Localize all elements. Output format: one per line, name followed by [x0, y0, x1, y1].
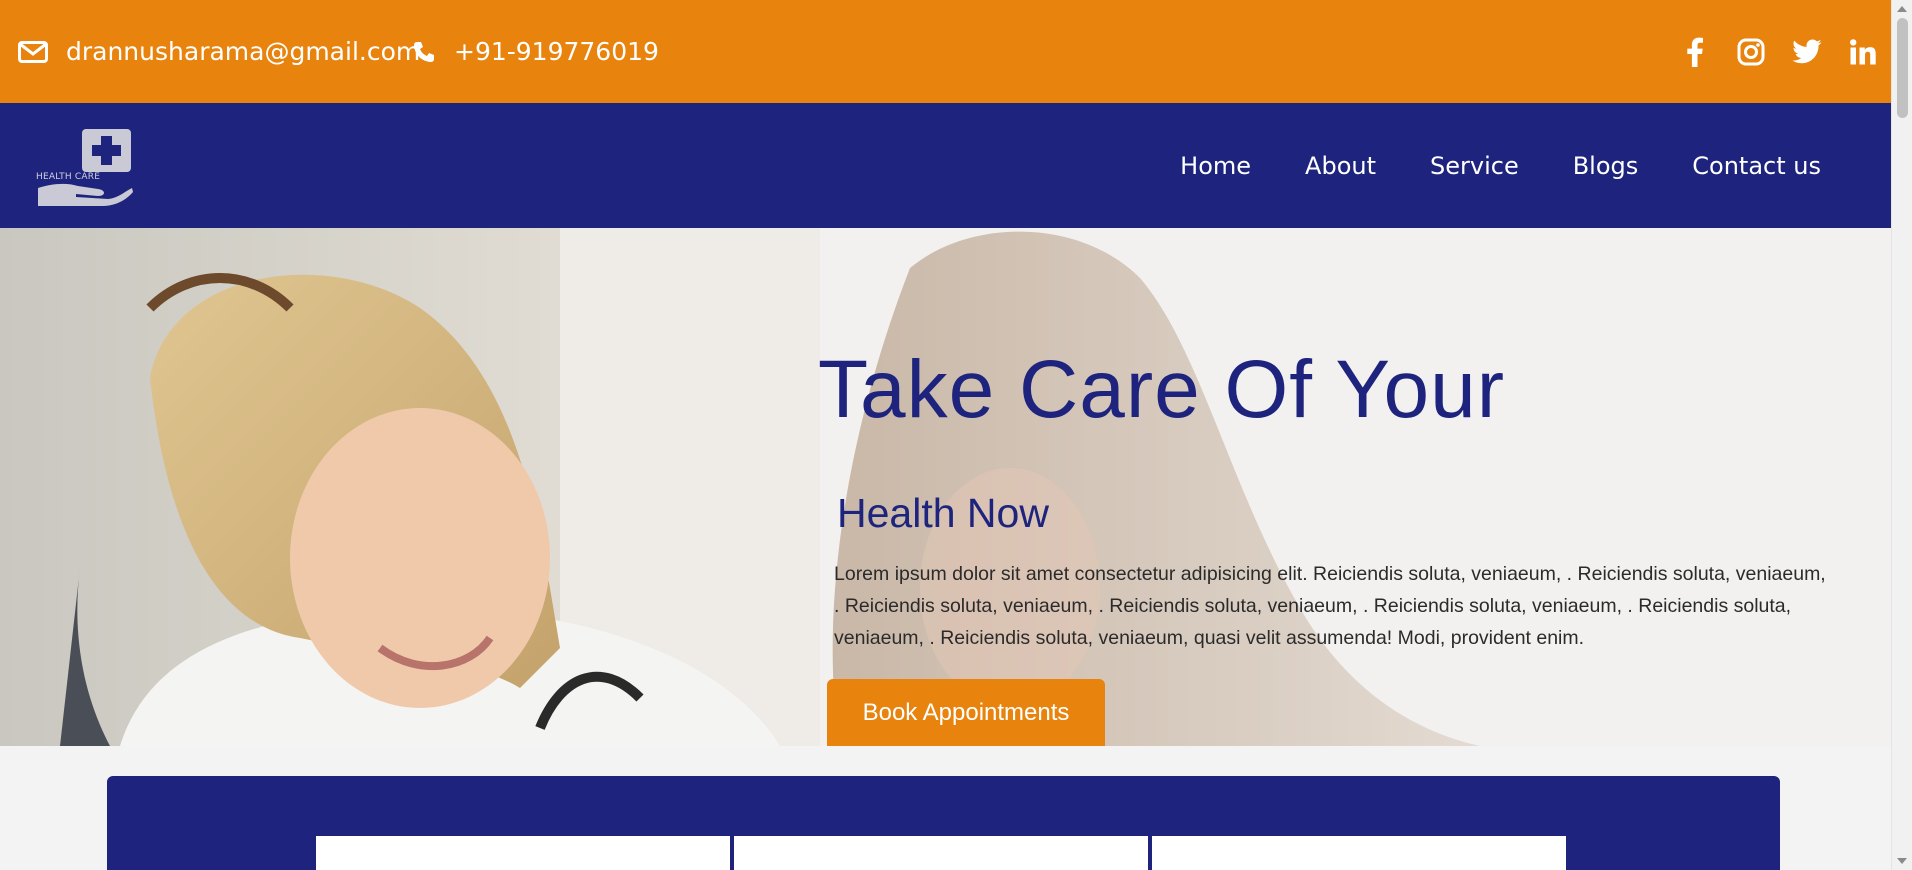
email-contact[interactable]: drannusharama@gmail.com	[18, 0, 420, 103]
health-care-logo[interactable]: HEALTH CARE	[36, 126, 136, 208]
scroll-up-arrow-icon[interactable]	[1897, 6, 1907, 12]
service-card[interactable]	[1152, 836, 1566, 870]
patient-photo	[780, 228, 1891, 746]
nav-blogs[interactable]: Blogs	[1573, 152, 1639, 180]
nav-home[interactable]: Home	[1180, 152, 1251, 180]
scroll-down-arrow-icon[interactable]	[1897, 858, 1907, 864]
hero-description: Lorem ipsum dolor sit amet consectetur a…	[834, 563, 1826, 649]
nav-contact-us[interactable]: Contact us	[1692, 152, 1821, 180]
logo-text: HEALTH CARE	[36, 172, 101, 182]
service-card[interactable]	[316, 836, 730, 870]
nav-about[interactable]: About	[1305, 152, 1376, 180]
book-appointments-button[interactable]: Book Appointments	[827, 679, 1105, 746]
hero-title: Take Care Of Your	[818, 344, 1506, 435]
phone-text[interactable]: +91-919776019	[454, 37, 659, 66]
scrollbar-thumb[interactable]	[1897, 18, 1908, 118]
hero-section: Take Care Of Your Health Now Lorem ipsum…	[0, 228, 1891, 746]
main-navbar: HEALTH CARE Home About Service Blogs Con…	[0, 103, 1891, 228]
linkedin-icon[interactable]	[1835, 32, 1891, 72]
page-scrollbar[interactable]	[1891, 0, 1912, 870]
social-links	[1667, 0, 1891, 103]
main-nav: Home About Service Blogs Contact us	[1126, 103, 1821, 228]
logo-graphic	[38, 129, 133, 206]
service-card[interactable]	[734, 836, 1148, 870]
phone-icon	[412, 40, 436, 64]
email-text[interactable]: drannusharama@gmail.com	[66, 37, 420, 66]
hero-subtitle: Health Now	[837, 490, 1049, 536]
services-panel	[107, 776, 1780, 870]
nav-service[interactable]: Service	[1430, 152, 1519, 180]
phone-contact[interactable]: +91-919776019	[412, 0, 659, 103]
facebook-icon[interactable]	[1667, 32, 1723, 72]
top-contact-bar: drannusharama@gmail.com +91-919776019	[0, 0, 1891, 103]
twitter-icon[interactable]	[1779, 32, 1835, 72]
instagram-icon[interactable]	[1723, 32, 1779, 72]
doctor-photo	[0, 228, 820, 746]
envelope-icon	[18, 40, 48, 63]
